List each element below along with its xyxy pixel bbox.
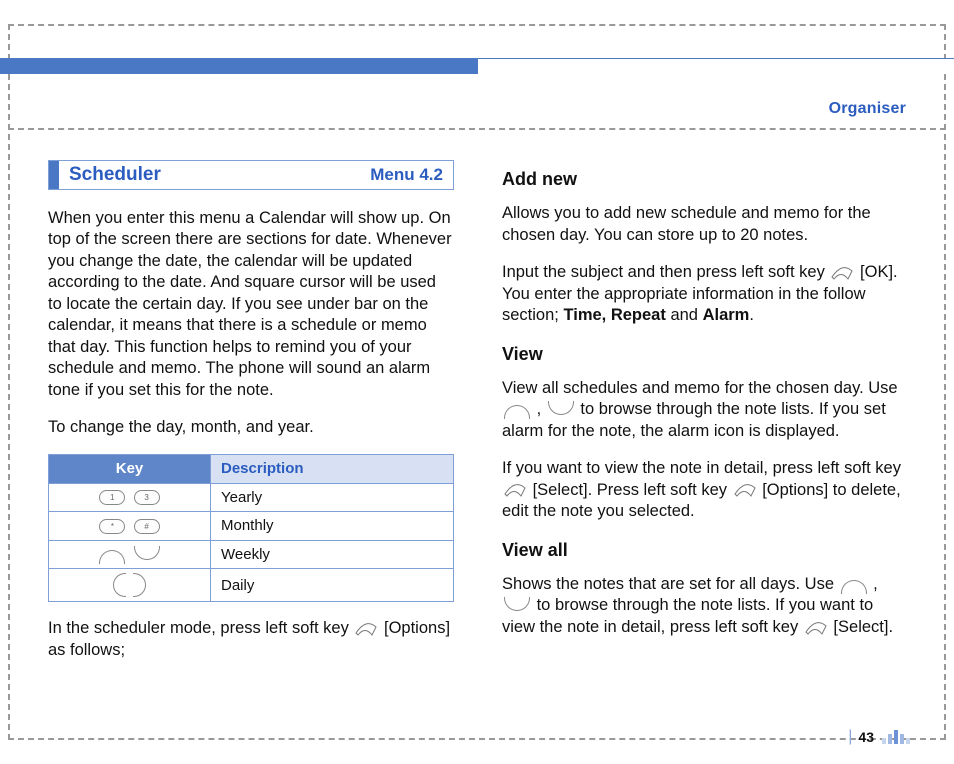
nav-left-icon	[113, 573, 126, 597]
add-new-p2: Input the subject and then press left so…	[502, 262, 908, 326]
view-all-heading: View all	[502, 539, 908, 562]
scheduler-footer-paragraph: In the scheduler mode, press left soft k…	[48, 618, 454, 661]
page-number: 43	[858, 729, 874, 745]
title-accent-bar	[49, 161, 59, 189]
nav-down-icon	[504, 597, 530, 611]
view-all-p1b: ,	[869, 575, 878, 593]
key-cell-daily	[49, 569, 211, 602]
header-section-label: Organiser	[829, 100, 906, 118]
desc-cell: Monthly	[211, 512, 454, 541]
table-row: 1 3 Yearly	[49, 483, 454, 512]
add-new-p2d: .	[749, 306, 754, 324]
change-line: To change the day, month, and year.	[48, 417, 454, 438]
nav-right-icon	[133, 573, 146, 597]
add-new-p2a: Input the subject and then press left so…	[502, 263, 829, 281]
nav-up-icon	[99, 550, 125, 564]
intro-paragraph: When you enter this menu a Calendar will…	[48, 208, 454, 401]
page-number-area: | 43	[848, 728, 910, 746]
table-head-key: Key	[49, 455, 211, 484]
nav-down-icon	[548, 401, 574, 415]
soft-key-icon	[355, 622, 377, 636]
desc-cell: Yearly	[211, 483, 454, 512]
key-star-icon: *	[99, 519, 125, 534]
desc-cell: Weekly	[211, 540, 454, 569]
view-p1b: ,	[532, 400, 546, 418]
table-head-description: Description	[211, 455, 454, 484]
desc-cell: Daily	[211, 569, 454, 602]
footer-text-a: In the scheduler mode, press left soft k…	[48, 619, 353, 637]
key-cell-yearly: 1 3	[49, 483, 211, 512]
nav-up-icon	[841, 580, 867, 594]
view-all-p1d: [Select].	[833, 618, 893, 636]
view-p2b: [Select]. Press left soft key	[533, 481, 732, 499]
add-new-p2c: and	[666, 306, 703, 324]
page-border-top	[8, 24, 946, 26]
page-border-right	[944, 24, 946, 740]
right-column: Add new Allows you to add new schedule a…	[502, 160, 908, 708]
view-p1: View all schedules and memo for the chos…	[502, 378, 908, 442]
view-heading: View	[502, 343, 908, 366]
nav-up-icon	[504, 405, 530, 419]
page-num-divider-icon: |	[848, 728, 852, 746]
nav-down-icon	[134, 546, 160, 560]
soft-key-icon	[504, 483, 526, 497]
soft-key-icon	[734, 483, 756, 497]
view-p2a: If you want to view the note in detail, …	[502, 459, 901, 477]
add-new-bold2: Alarm	[703, 306, 750, 324]
left-column: Scheduler Menu 4.2 When you enter this m…	[48, 160, 454, 708]
key-description-table: Key Description 1 3 Yearly * # Monthly	[48, 454, 454, 602]
soft-key-icon	[831, 266, 853, 280]
key-hash-icon: #	[134, 519, 160, 534]
view-all-p1: Shows the notes that are set for all day…	[502, 574, 908, 638]
header-separator	[8, 128, 946, 130]
key-cell-weekly	[49, 540, 211, 569]
view-all-p1a: Shows the notes that are set for all day…	[502, 575, 839, 593]
add-new-bold1: Time, Repeat	[563, 306, 665, 324]
add-new-heading: Add new	[502, 168, 908, 191]
content-columns: Scheduler Menu 4.2 When you enter this m…	[48, 160, 908, 708]
view-p1a: View all schedules and memo for the chos…	[502, 379, 898, 397]
header-color-bar	[0, 58, 954, 74]
table-row: Weekly	[49, 540, 454, 569]
section-menu-number: Menu 4.2	[370, 164, 443, 186]
section-title: Scheduler	[69, 163, 161, 188]
section-title-box: Scheduler Menu 4.2	[48, 160, 454, 190]
soft-key-icon	[805, 621, 827, 635]
table-row: * # Monthly	[49, 512, 454, 541]
page-border-left	[8, 24, 10, 740]
add-new-p1: Allows you to add new schedule and memo …	[502, 203, 908, 246]
thumb-index-bars-icon	[880, 730, 910, 744]
key-cell-monthly: * #	[49, 512, 211, 541]
table-row: Daily	[49, 569, 454, 602]
key-1-icon: 1	[99, 490, 125, 505]
view-p2: If you want to view the note in detail, …	[502, 458, 908, 522]
page-border-bottom	[8, 738, 946, 740]
key-3-icon: 3	[134, 490, 160, 505]
